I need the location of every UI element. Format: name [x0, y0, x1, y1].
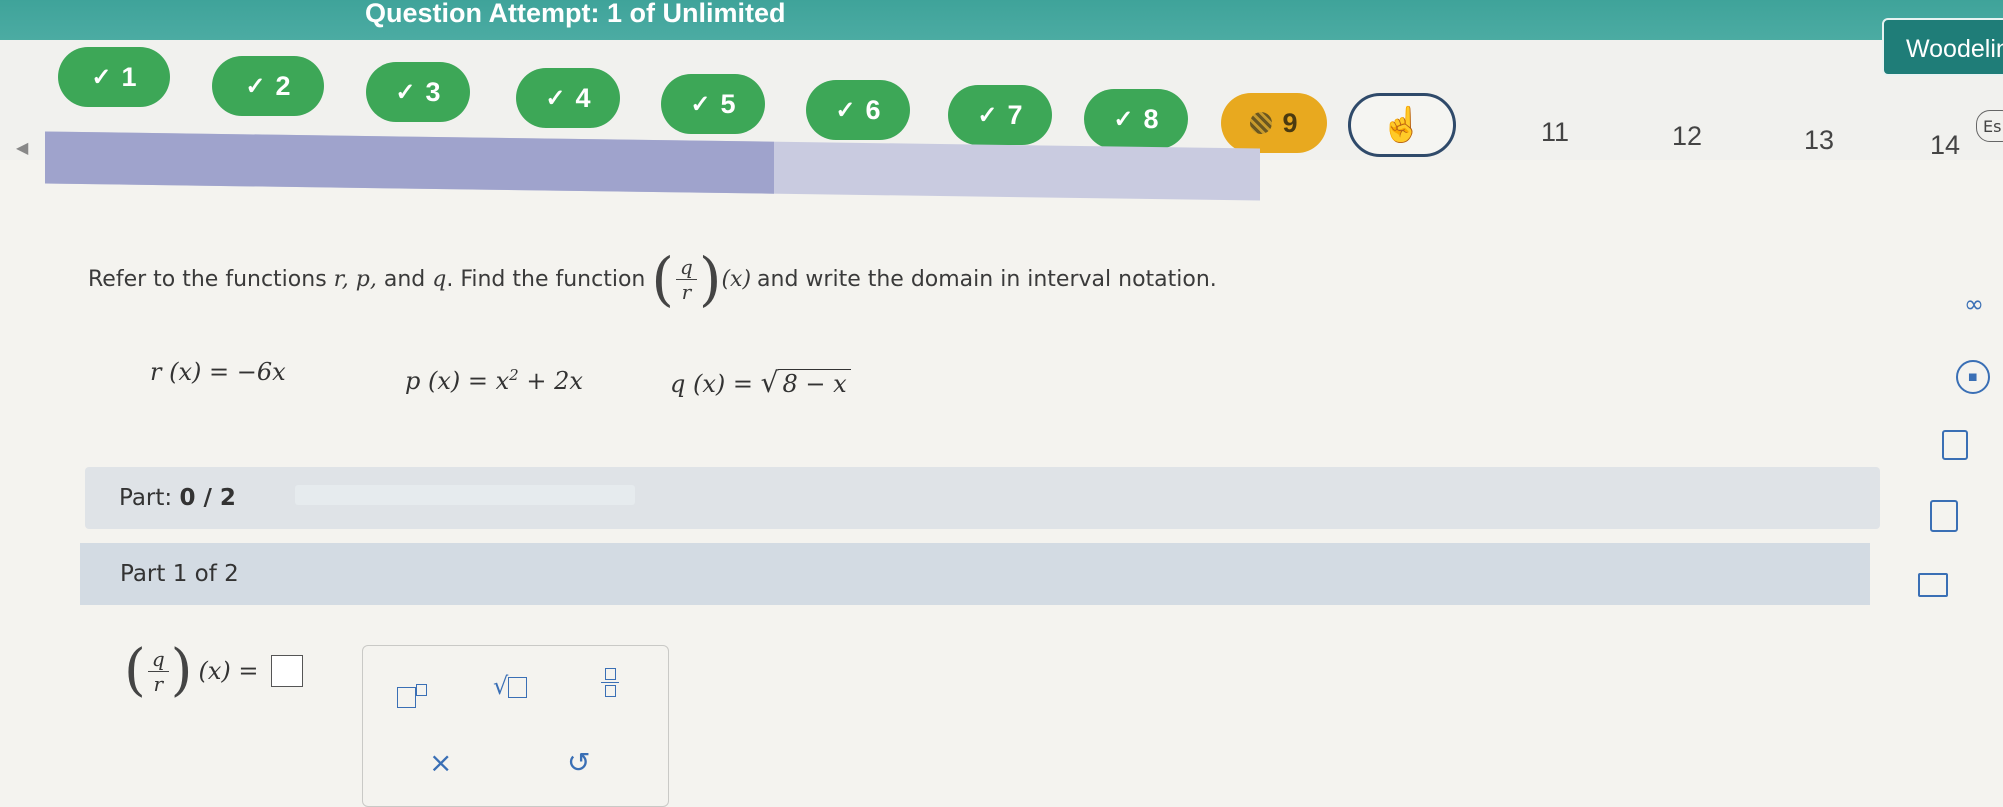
question-10-pill[interactable]: ☝ [1348, 93, 1456, 157]
calculator-icon[interactable] [1930, 500, 1958, 532]
quotient-expression: ( qr ) (x) [651, 245, 752, 313]
question-4-pill[interactable]: ✓ 4 [516, 68, 620, 128]
function-p: p (x) = x2 + 2x [405, 366, 583, 395]
part-progress-bar: Part: 0 / 2 [85, 467, 1880, 529]
answer-row: ( qr ) (x) = [118, 643, 303, 699]
question-3-pill[interactable]: ✓ 3 [366, 62, 470, 122]
language-badge[interactable]: Es [1976, 110, 2003, 142]
check-icon: ✓ [1113, 105, 1134, 133]
check-icon: ✓ [835, 96, 856, 124]
question-14-pill[interactable]: 14 [1910, 115, 1980, 175]
function-r: r (x) = −6x [150, 358, 286, 386]
attempt-title: Question Attempt: 1 of Unlimited [365, 0, 786, 28]
question-13-pill[interactable]: 13 [1784, 110, 1854, 170]
part-progress-label: Part: 0 / 2 [119, 485, 236, 511]
brand-button[interactable]: Woodelin [1882, 18, 2003, 76]
mail-icon[interactable] [1918, 573, 1948, 597]
hint-icon[interactable]: ◆ [1948, 352, 1998, 402]
question-1-pill[interactable]: ✓ 1 [58, 47, 170, 107]
question-11-pill[interactable]: 11 [1520, 102, 1590, 162]
check-icon: ✓ [977, 101, 998, 129]
function-q: q (x) = √ 8 − x [670, 366, 851, 399]
prev-arrow-icon[interactable]: ◀ [16, 138, 28, 157]
check-icon: ✓ [545, 84, 566, 112]
check-icon: ✓ [91, 63, 112, 91]
in-progress-icon [1250, 112, 1273, 134]
question-9-pill[interactable]: 9 [1221, 93, 1327, 153]
part-progress-track [295, 485, 635, 505]
question-5-pill[interactable]: ✓ 5 [661, 74, 765, 134]
sqrt-button[interactable]: √ [493, 672, 528, 700]
question-12-pill[interactable]: 12 [1652, 106, 1722, 166]
undo-button[interactable]: ↺ [567, 746, 590, 779]
assignment-progress-fill [45, 131, 774, 194]
clear-button[interactable]: × [429, 746, 452, 779]
notes-icon[interactable] [1942, 430, 1968, 460]
question-2-pill[interactable]: ✓ 2 [212, 56, 324, 116]
question-6-pill[interactable]: ✓ 6 [806, 80, 910, 140]
question-8-pill[interactable]: ✓ 8 [1084, 89, 1188, 149]
question-7-pill[interactable]: ✓ 7 [948, 85, 1052, 145]
fraction-button[interactable] [601, 668, 619, 697]
part-1-header: Part 1 of 2 [80, 543, 1870, 605]
check-icon: ✓ [690, 90, 711, 118]
answer-input[interactable] [270, 655, 303, 687]
hand-cursor-icon: ☝ [1380, 106, 1424, 144]
check-icon: ✓ [245, 72, 266, 100]
infinity-icon[interactable]: ∞ [1964, 290, 1984, 318]
exponent-button[interactable] [397, 676, 427, 710]
question-prompt: Refer to the functions r, p, and q . Fin… [88, 245, 1217, 313]
math-palette: √ × ↺ [362, 645, 669, 807]
check-icon: ✓ [395, 78, 416, 106]
